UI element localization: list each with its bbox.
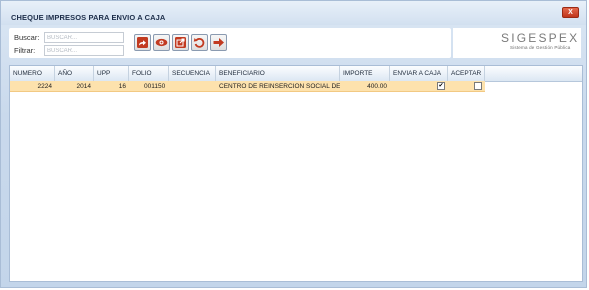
cell-upp: 16 xyxy=(118,82,126,90)
cell-folio: 001150 xyxy=(144,82,166,90)
view-button[interactable] xyxy=(153,34,170,51)
cell-aceptar xyxy=(448,81,485,91)
column-header-anio[interactable]: AÑO xyxy=(55,66,94,81)
toolbar-buttons xyxy=(134,34,227,51)
column-header-upp[interactable]: UPP xyxy=(94,66,129,81)
window-title: CHEQUE IMPRESOS PARA ENVIO A CAJA xyxy=(11,13,166,22)
title-bar[interactable]: CHEQUE IMPRESOS PARA ENVIO A CAJA X xyxy=(1,1,586,25)
cell-enviar-a-caja: ✔ xyxy=(390,81,448,91)
filter-input[interactable] xyxy=(44,45,124,56)
forward-button[interactable] xyxy=(210,34,227,51)
cell-beneficiario: CENTRO DE REINSERCION SOCIAL DE M xyxy=(219,82,340,90)
logo-subtitle: Sistema de Gestión Pública xyxy=(510,45,571,50)
search-row: Buscar: xyxy=(14,32,124,43)
column-header-importe[interactable]: IMPORTE xyxy=(340,66,390,81)
filter-label: Filtrar: xyxy=(14,46,36,55)
undo-button[interactable] xyxy=(191,34,208,51)
share-button[interactable] xyxy=(134,34,151,51)
external-link-icon xyxy=(175,37,186,48)
column-header-secuencia[interactable]: SECUENCIA xyxy=(169,66,216,81)
undo-icon xyxy=(193,37,205,48)
cell-secuencia xyxy=(169,81,216,91)
cell-numero: 2224 xyxy=(37,82,52,90)
eye-icon xyxy=(155,38,168,47)
column-header-enviar-a-caja[interactable]: ENVIAR A CAJA xyxy=(390,66,448,81)
share-icon xyxy=(137,37,148,48)
logo-text: SIGESPEX xyxy=(501,31,580,45)
column-header-folio[interactable]: FOLIO xyxy=(129,66,169,81)
close-button[interactable]: X xyxy=(562,7,579,18)
column-header-beneficiario[interactable]: BENEFICIARIO xyxy=(216,66,340,81)
dialog-window: CHEQUE IMPRESOS PARA ENVIO A CAJA X Busc… xyxy=(0,0,587,288)
cheques-grid: NUMERO AÑO UPP FOLIO SECUENCIA BENEFICIA… xyxy=(9,65,583,282)
grid-header: NUMERO AÑO UPP FOLIO SECUENCIA BENEFICIA… xyxy=(10,66,582,82)
table-row[interactable]: 2224 2014 16 001150 CENTRO DE REINSERCIO… xyxy=(10,81,485,92)
brand-logo: SIGESPEX Sistema de Gestión Pública xyxy=(453,28,581,58)
search-label: Buscar: xyxy=(14,33,40,42)
cell-anio: 2014 xyxy=(76,82,91,90)
column-header-aceptar[interactable]: ACEPTAR xyxy=(448,66,485,81)
column-header-numero[interactable]: NUMERO xyxy=(10,66,55,81)
cell-importe: 400.00 xyxy=(367,82,387,90)
toolbar-panel: Buscar: Filtrar: xyxy=(9,28,451,58)
filter-row: Filtrar: xyxy=(14,45,124,56)
open-external-button[interactable] xyxy=(172,34,189,51)
enviar-a-caja-checkbox[interactable]: ✔ xyxy=(437,82,445,90)
arrow-right-icon xyxy=(213,38,224,47)
aceptar-checkbox[interactable] xyxy=(474,82,482,90)
search-input[interactable] xyxy=(44,32,124,43)
